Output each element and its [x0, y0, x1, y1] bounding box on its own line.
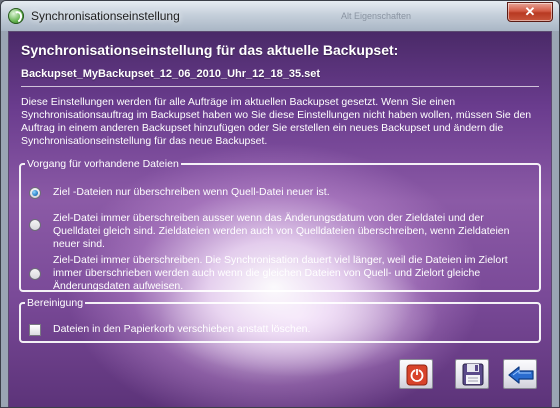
radio-overwrite-unless-same-date[interactable] — [29, 219, 41, 231]
power-icon — [406, 364, 428, 386]
cleanup-group: Bereinigung Dateien in den Papierkorb ve… — [19, 297, 541, 343]
separator-line — [21, 86, 539, 87]
option-always-overwrite-label: Ziel-Datei immer überschreiben. Die Sync… — [53, 254, 508, 292]
sync-app-icon — [8, 8, 24, 24]
existing-files-legend: Vorgang für vorhandene Dateien — [27, 158, 179, 170]
radio-always-overwrite[interactable] — [29, 268, 41, 280]
background-window-text: Alt Eigenschaften — [341, 11, 412, 21]
option-overwrite-if-newer-label: Ziel -Dateien nur überschreiben wenn Que… — [53, 186, 330, 198]
back-arrow-icon — [508, 366, 534, 384]
description-text: Diese Einstellungen werden für alle Auft… — [21, 96, 532, 147]
backupset-name: Backupset_MyBackupset_12_06_2010_Uhr_12_… — [21, 68, 321, 80]
existing-files-group: Vorgang für vorhandene Dateien Ziel -Dat… — [19, 158, 541, 292]
back-button[interactable] — [503, 359, 537, 389]
recycle-bin-label[interactable]: Dateien in den Papierkorb verschieben an… — [53, 323, 310, 335]
recycle-bin-checkbox[interactable] — [29, 324, 41, 336]
cancel-power-button[interactable] — [399, 359, 433, 389]
save-button[interactable] — [455, 359, 489, 389]
close-button[interactable]: ✕ — [507, 2, 553, 22]
option-overwrite-unless-same-date-label: Ziel-Datei immer überschreiben ausser we… — [53, 212, 510, 250]
title-bar[interactable]: Synchronisationseinstellung Alt Eigensch… — [1, 1, 559, 31]
floppy-disk-icon — [462, 363, 484, 386]
cleanup-legend: Bereinigung — [27, 297, 84, 309]
dialog-window: Synchronisationseinstellung Alt Eigensch… — [0, 0, 560, 408]
radio-overwrite-if-newer[interactable] — [29, 187, 41, 199]
dialog-heading: Synchronisationseinstellung für das aktu… — [21, 42, 399, 58]
window-title: Synchronisationseinstellung — [31, 9, 180, 23]
dialog-content: Synchronisationseinstellung für das aktu… — [8, 31, 552, 407]
